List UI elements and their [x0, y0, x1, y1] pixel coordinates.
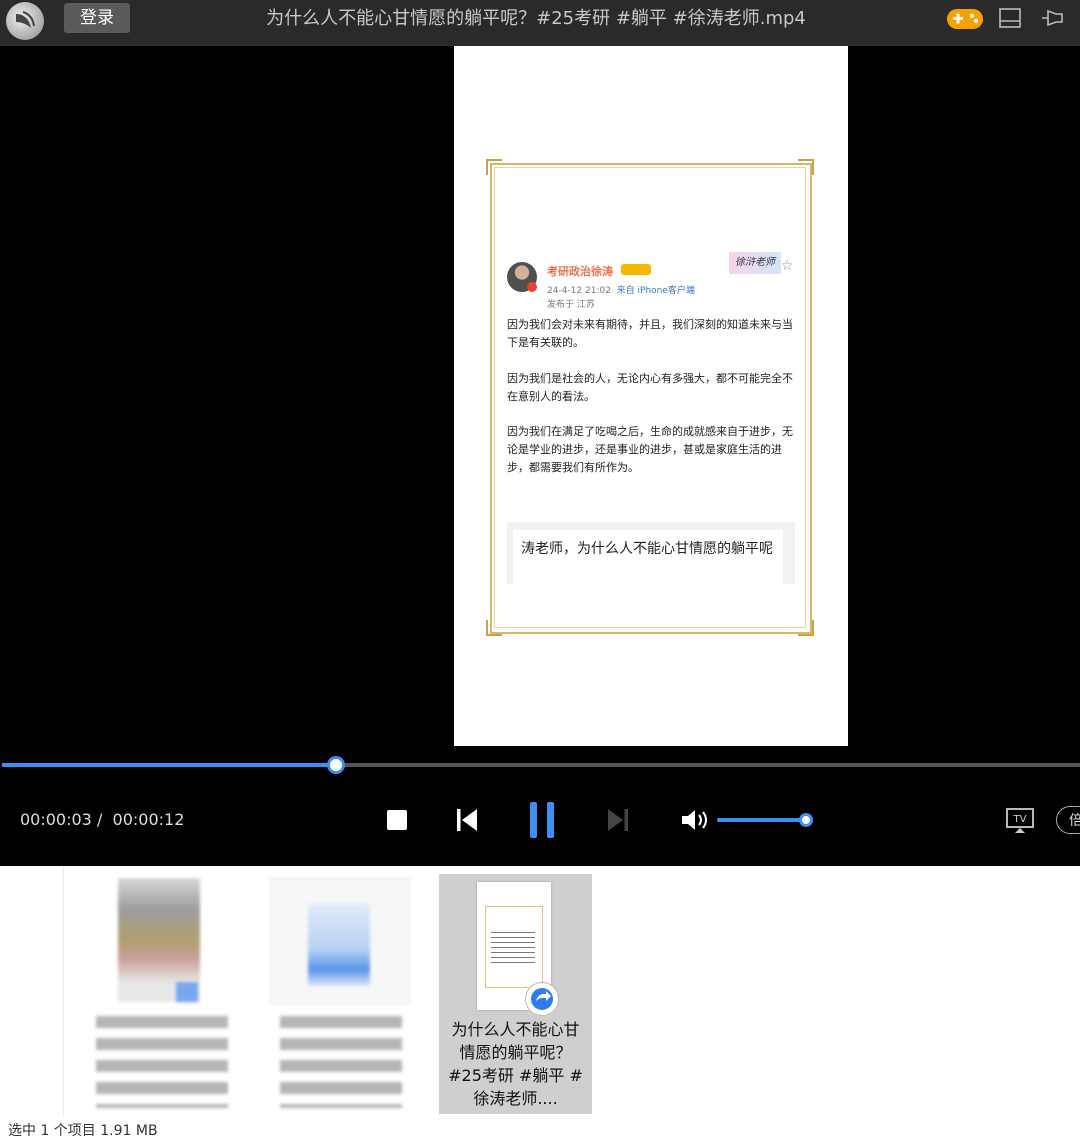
sticker-image: 徐浒老师	[729, 252, 781, 274]
time-separator: /	[96, 810, 103, 829]
corner-ornament	[486, 159, 502, 175]
title-bar: 登录 为什么人不能心甘情愿的躺平呢？#25考研 #躺平 #徐涛老师.mp4	[0, 0, 1080, 46]
reply-box: 涛老师，为什么人不能心甘情愿的躺平呢	[507, 522, 795, 584]
video-area[interactable]: 考研政治徐涛 24-4-12 21:02 来自 iPhone客户端 发布于 江苏…	[0, 46, 1080, 866]
window-title: 为什么人不能心甘情愿的躺平呢？#25考研 #躺平 #徐涛老师.mp4	[266, 8, 806, 29]
stop-button[interactable]	[386, 809, 408, 835]
login-button[interactable]: 登录	[64, 3, 130, 33]
volume-slider[interactable]	[717, 818, 807, 822]
post-location: 发布于 江苏	[547, 300, 595, 310]
file-explorer: 为什么人不能心甘情愿的躺平呢？#25考研 #躺平 #徐涛老师....	[0, 866, 1080, 1132]
previous-button[interactable]	[455, 807, 479, 837]
mini-mode-icon[interactable]	[999, 8, 1021, 32]
total-time: 00:00:12	[112, 810, 185, 829]
app-logo	[6, 2, 44, 40]
skip-back-icon	[457, 809, 477, 831]
reply-text: 涛老师，为什么人不能心甘情愿的躺平呢	[513, 530, 783, 584]
status-bar: 选中 1 个项目 1.91 MB	[8, 1123, 158, 1139]
current-time: 00:00:03	[20, 810, 92, 829]
corner-ornament	[798, 159, 814, 175]
post-time-row: 24-4-12 21:02 来自 iPhone客户端	[547, 283, 695, 296]
tv-icon: TV	[1006, 808, 1034, 833]
speaker-icon	[682, 810, 707, 830]
pane-divider	[63, 866, 64, 1116]
skip-forward-icon	[608, 809, 628, 831]
verified-badge-icon	[527, 282, 537, 292]
post-paragraph: 因为我们在满足了吃喝之后，生命的成就感来自于进步，无论是学业的进步，还是事业的进…	[507, 425, 793, 474]
selected-file-item[interactable]: 为什么人不能心甘情愿的躺平呢？#25考研 #躺平 #徐涛老师....	[439, 874, 592, 1114]
pause-button[interactable]	[528, 800, 558, 844]
progress-fill	[2, 763, 337, 767]
crown-badge-icon	[621, 264, 651, 275]
svg-text:TV: TV	[1013, 814, 1027, 825]
time-display: 00:00:03 / 00:00:12	[20, 810, 184, 829]
file-doc-icon	[308, 904, 370, 986]
speed-button[interactable]: 倍	[1056, 806, 1080, 834]
pin-icon[interactable]	[1040, 7, 1064, 33]
star-icon: ☆	[781, 258, 794, 274]
file-item[interactable]	[270, 878, 410, 1118]
share-badge-icon	[525, 982, 559, 1016]
video-frame: 考研政治徐涛 24-4-12 21:02 来自 iPhone客户端 发布于 江苏…	[454, 46, 848, 746]
thumbnail-text-lines	[491, 932, 535, 964]
pause-icon	[530, 802, 554, 838]
corner-ornament	[486, 620, 502, 636]
selected-file-name: 为什么人不能心甘情愿的躺平呢？#25考研 #躺平 #徐涛老师....	[448, 1020, 583, 1108]
file-label-placeholder	[280, 1016, 402, 1108]
stop-icon	[387, 810, 407, 830]
post-author: 考研政治徐涛	[547, 265, 613, 278]
game-controller-icon[interactable]	[946, 6, 984, 36]
volume-handle[interactable]	[799, 813, 813, 827]
post-paragraph: 因为我们会对未来有期待，并且，我们深刻的知道未来与当下是有关联的。	[507, 318, 793, 349]
file-label-placeholder	[96, 1016, 228, 1108]
post-paragraph: 因为我们是社会的人，无论内心有多强大，都不可能完全不在意别人的看法。	[507, 372, 793, 403]
progress-handle[interactable]	[327, 756, 345, 774]
corner-ornament	[798, 620, 814, 636]
volume-button[interactable]	[680, 808, 710, 836]
post-time: 24-4-12 21:02	[547, 286, 611, 296]
file-badge-icon	[176, 982, 198, 1002]
file-item[interactable]	[96, 878, 236, 1118]
post-source: 来自 iPhone客户端	[616, 286, 695, 296]
cast-tv-button[interactable]: TV	[1006, 808, 1034, 838]
next-button[interactable]	[606, 807, 630, 837]
